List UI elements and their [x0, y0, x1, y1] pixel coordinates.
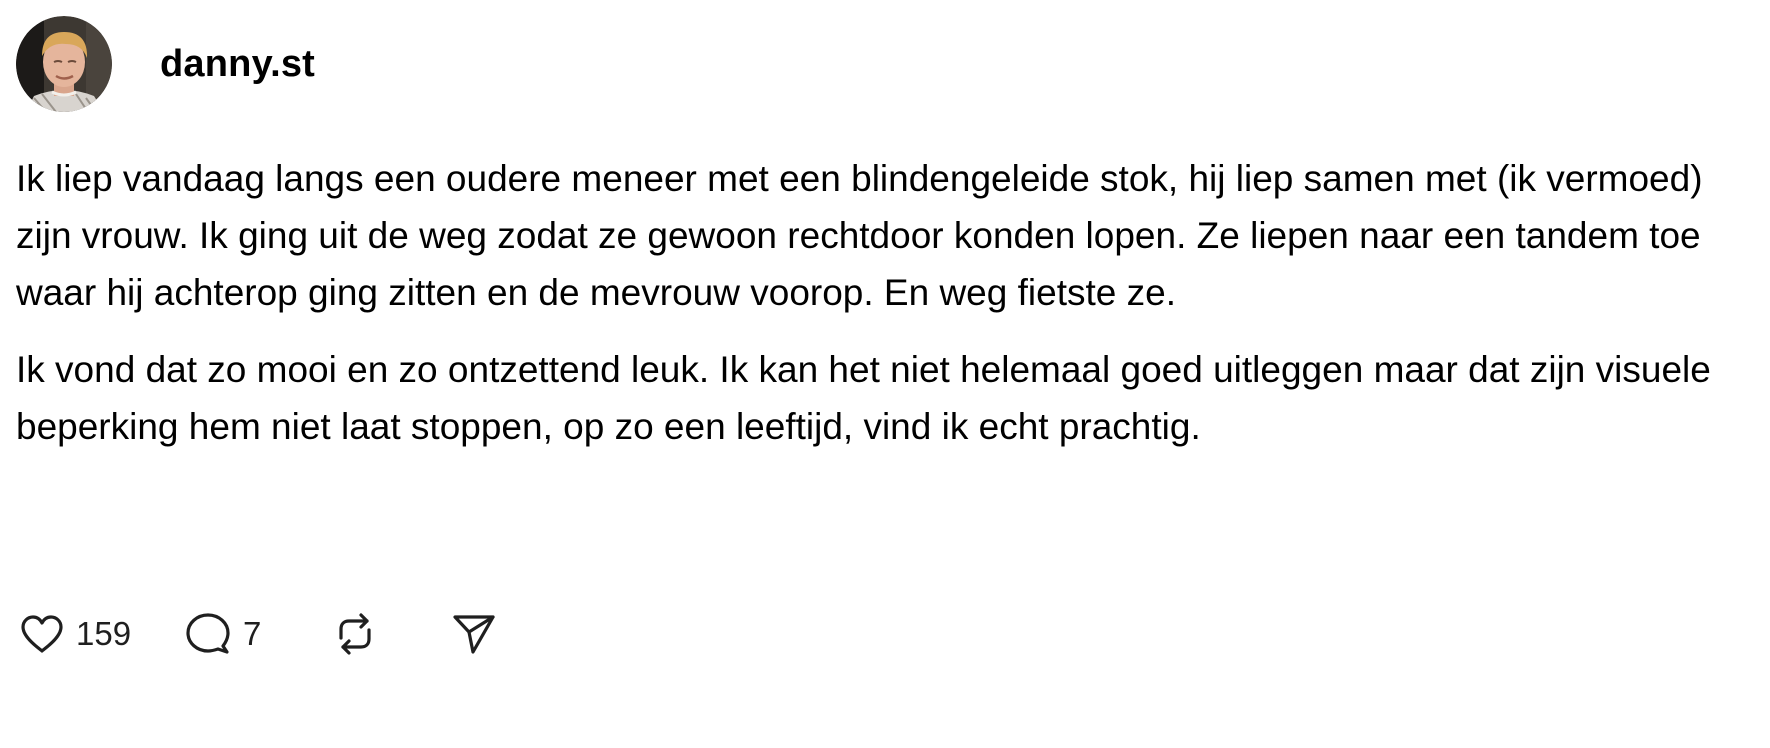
avatar[interactable] — [16, 16, 112, 112]
post-body: Ik liep vandaag langs een oudere meneer … — [16, 150, 1756, 455]
username[interactable]: danny.st — [160, 43, 315, 86]
post-card: danny.st Ik liep vandaag langs een ouder… — [0, 0, 1770, 748]
comment-icon — [186, 613, 230, 654]
action-bar: 159 7 — [20, 606, 497, 662]
post-header: danny.st — [16, 16, 315, 112]
reply-count: 7 — [243, 615, 262, 652]
heart-icon — [21, 615, 63, 653]
post-paragraph: Ik vond dat zo mooi en zo ontzettend leu… — [16, 349, 1711, 447]
like-button[interactable]: 159 — [20, 614, 185, 654]
post-paragraph: Ik liep vandaag langs een oudere meneer … — [16, 158, 1703, 313]
send-icon — [453, 615, 495, 654]
share-button[interactable] — [451, 612, 497, 656]
reply-button[interactable]: 7 — [185, 612, 333, 656]
repost-icon — [339, 613, 371, 655]
profile-photo-icon — [16, 16, 112, 112]
like-count: 159 — [76, 615, 132, 652]
repost-button[interactable] — [333, 612, 451, 656]
